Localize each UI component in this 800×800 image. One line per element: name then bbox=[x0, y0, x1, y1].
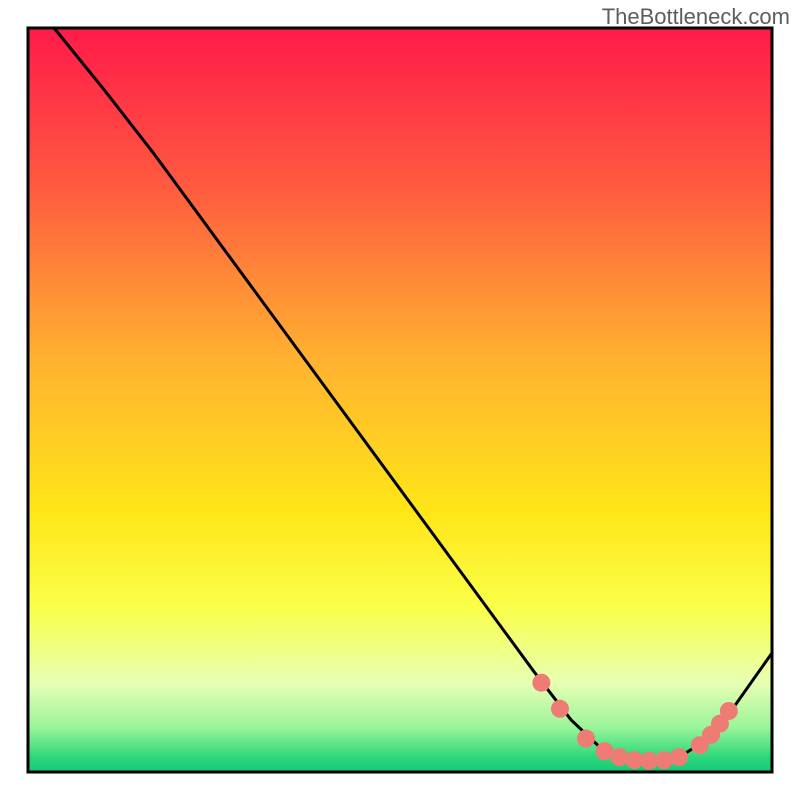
curve-marker bbox=[670, 748, 688, 766]
plot-background bbox=[28, 28, 772, 772]
bottleneck-chart bbox=[0, 0, 800, 800]
curve-marker bbox=[610, 748, 628, 766]
curve-marker bbox=[551, 700, 569, 718]
chart-container: TheBottleneck.com bbox=[0, 0, 800, 800]
curve-marker bbox=[655, 751, 673, 769]
curve-marker bbox=[720, 702, 738, 720]
curve-marker bbox=[532, 674, 550, 692]
curve-marker bbox=[577, 730, 595, 748]
watermark-text: TheBottleneck.com bbox=[602, 4, 790, 30]
